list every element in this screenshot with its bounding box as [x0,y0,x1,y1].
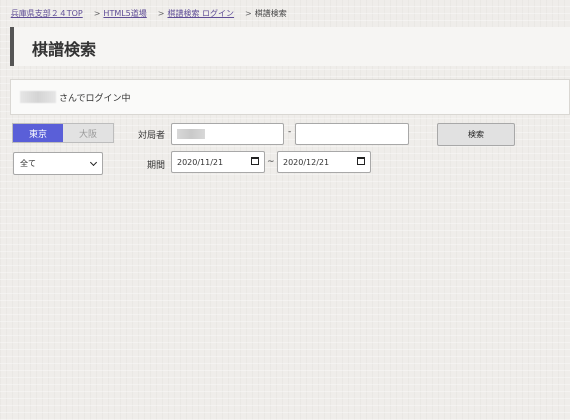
breadcrumb-separator: > [245,9,252,18]
date-to-input[interactable]: 2020/12/21 [277,151,371,173]
calendar-icon[interactable] [357,157,365,165]
date-from-input[interactable]: 2020/11/21 [171,151,265,173]
search-button[interactable]: 検索 [437,123,515,146]
opponent-input-2[interactable] [295,123,409,145]
page-header: 棋譜検索 [10,27,570,66]
opponent-label: 対局者 [138,131,166,141]
period-label: 期間 [147,161,166,171]
calendar-icon[interactable] [251,157,259,165]
filter-select[interactable]: 全て [13,152,103,175]
opponent-separator: - [288,127,292,137]
breadcrumb-link-top[interactable]: 兵庫県支部２４TOP [11,9,83,18]
page-title: 棋譜検索 [32,40,97,59]
region-toggle: 東京 大阪 [12,123,114,143]
breadcrumb: >兵庫県支部２４TOP >HTML5道場 >棋譜検索 ログイン >棋譜検索 [11,8,287,19]
region-tokyo-button[interactable]: 東京 [13,124,63,142]
login-status-bar: さんでログイン中 [10,79,570,115]
chevron-down-icon [89,158,98,167]
breadcrumb-current: 棋譜検索 [254,9,287,18]
redacted-opponent-name [177,129,205,139]
breadcrumb-separator: > [93,9,101,18]
period-separator: ~ [267,157,275,167]
opponent-input-1[interactable] [171,123,284,145]
breadcrumb-link-dojo[interactable]: HTML5道場 [103,9,146,18]
login-status-text: さんでログイン中 [59,94,131,104]
redacted-username [20,91,56,103]
breadcrumb-separator: > [157,9,165,18]
filter-select-value: 全て [20,159,36,168]
breadcrumb-link-login[interactable]: 棋譜検索 ログイン [167,9,234,18]
region-osaka-button[interactable]: 大阪 [63,124,113,142]
date-to-value: 2020/12/21 [283,157,330,167]
date-from-value: 2020/11/21 [177,157,224,167]
